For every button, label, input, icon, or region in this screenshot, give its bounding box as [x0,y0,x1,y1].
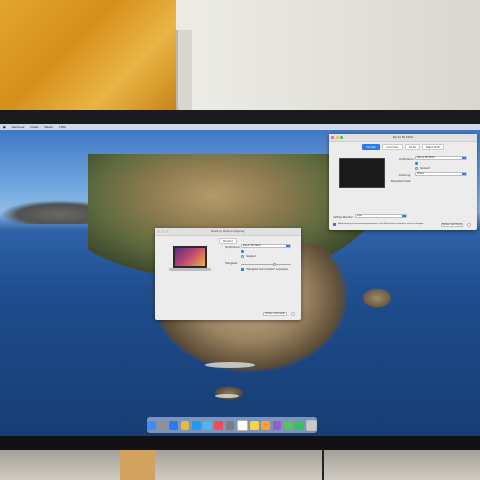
airplay-label: AirPlay-Monitor: [333,216,354,219]
refresh-label: Bildwiederholrate: [391,180,411,183]
safari-icon[interactable] [169,420,179,430]
window-title: BenQ BL3200 [392,135,414,139]
gather-colors-button[interactable]: Farben sammeln [263,312,287,316]
appstore-icon[interactable] [191,420,201,430]
menubar-item[interactable]: Datei [30,125,38,129]
scaled-label: Skaliert [420,167,430,170]
resolution-scaled-radio[interactable] [415,167,418,170]
resolution-default-radio[interactable] [241,250,244,253]
brightness-slider-knob[interactable] [273,263,276,266]
mail-icon[interactable] [203,420,212,430]
resolution-select[interactable]: BenQ BL3200 [415,156,467,160]
cable [322,450,324,480]
window-titlebar[interactable]: Built-in Retina Display [155,228,301,236]
reminders-icon[interactable] [261,420,271,430]
door [0,0,176,110]
monitor-bottom-bezel [0,436,480,450]
wallpaper-foam [205,362,255,368]
wallpaper-foam [215,394,239,398]
menubar-item[interactable]: Rainbow [12,125,25,129]
rotation-select[interactable]: Ohne [415,172,467,176]
music-icon[interactable] [214,420,224,430]
airplay-select[interactable]: Aus [355,214,407,218]
airplay-value: Aus [357,214,362,217]
laptop-thumbnail-icon [173,246,207,268]
photos-icon[interactable] [180,420,190,430]
menubar-item[interactable]: Bearb [44,125,53,129]
brightness-label: Helligkeit: [225,262,238,265]
window-titlebar[interactable]: BenQ BL3200 [329,134,477,142]
trash-icon[interactable] [306,419,318,431]
chevron-down-icon [462,157,466,159]
door-frame [176,30,192,110]
builtin-display-window[interactable]: Built-in Retina Display Monitor Optimier… [155,228,301,320]
chevron-down-icon [462,173,466,175]
monitor-stand [120,450,155,480]
resolution-scaled-radio[interactable] [241,255,244,258]
resolution-value: BenQ BL3200 [243,244,261,247]
monitor-thumbnail-icon [339,158,385,188]
help-icon[interactable] [291,312,295,316]
finder-icon[interactable] [147,420,156,430]
auto-brightness-label: Helligkeit automatisch anpassen [246,268,289,271]
mirror-options-checkbox[interactable] [333,223,336,226]
screen: ● Rainbow Datei Bearb Hilfe BenQ BL3200 … [0,124,480,436]
apple-menu-icon[interactable]: ● [3,125,6,129]
calendar-icon[interactable] [236,419,248,431]
preferences-icon[interactable] [225,420,235,430]
facetime-icon[interactable] [295,420,304,430]
tab-arrange[interactable]: Anordnen [382,144,403,150]
rotation-value: Ohne [417,172,424,175]
resolution-label: Optimieren: [399,158,415,161]
maps-icon[interactable] [283,420,293,430]
notes-icon[interactable] [250,420,259,430]
rotation-label: Drehung: [399,174,412,177]
laptop-base-icon [169,268,211,271]
dock [147,417,318,433]
wallpaper-rock [362,288,392,308]
tab-monitor[interactable]: Monitor [362,144,381,150]
chevron-down-icon [402,215,406,217]
menubar-item[interactable]: Hilfe [59,125,66,129]
launchpad-icon[interactable] [158,420,167,430]
tab-bar: Monitor Anordnen Farbe Night Shift [329,144,477,150]
window-title: Built-in Retina Display [211,229,245,233]
tab-night-shift[interactable]: Night Shift [421,144,444,150]
menubar: ● Rainbow Datei Bearb Hilfe [0,124,480,130]
podcasts-icon[interactable] [272,420,282,430]
display-preferences-window[interactable]: BenQ BL3200 Monitor Anordnen Farbe Night… [329,134,477,230]
gather-colors-button[interactable]: Farben sammeln [441,223,463,227]
brightness-slider[interactable] [241,264,291,265]
auto-brightness-checkbox[interactable] [241,268,244,271]
help-icon[interactable] [467,223,471,227]
desk [0,450,480,480]
scaled-label: Skaliert [246,255,256,258]
resolution-value: BenQ BL3200 [417,156,435,159]
tab-monitor[interactable]: Monitor [219,238,237,244]
resolution-select[interactable]: BenQ BL3200 [241,244,291,248]
mirror-options-label: Bildschirmsynchronisierungsoptionen in d… [338,223,424,225]
tab-color[interactable]: Farbe [404,144,420,150]
resolution-label: Optimieren: [225,246,241,249]
chevron-down-icon [286,245,290,247]
resolution-default-radio[interactable] [415,162,418,165]
